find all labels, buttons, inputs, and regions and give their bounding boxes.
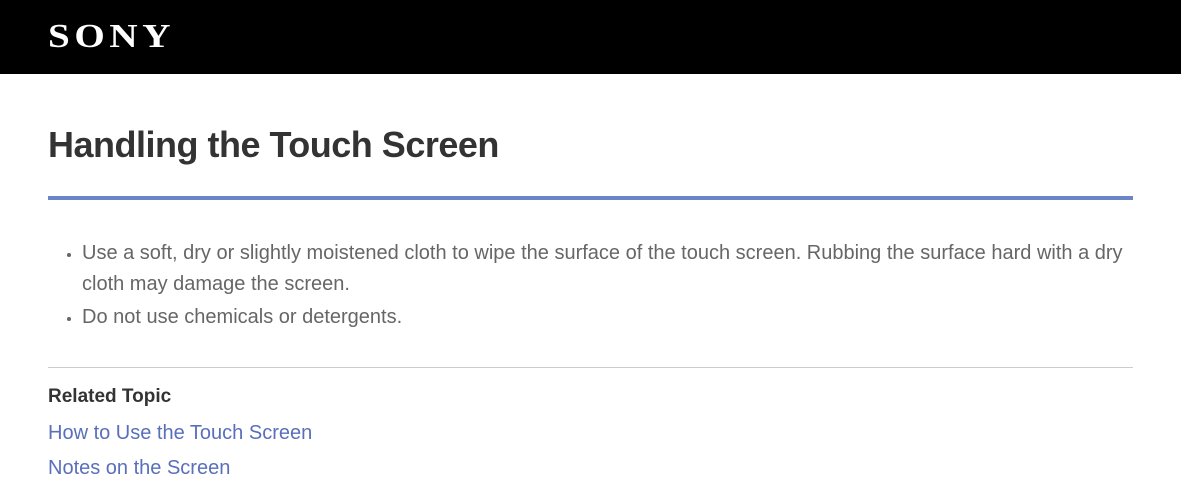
related-link[interactable]: How to Use the Touch Screen	[48, 422, 1133, 445]
page-title: Handling the Touch Screen	[48, 124, 1133, 166]
title-rule	[48, 196, 1133, 200]
content-area: Handling the Touch Screen Use a soft, dr…	[0, 74, 1181, 480]
related-topic-heading: Related Topic	[48, 386, 1133, 408]
instruction-list: Use a soft, dry or slightly moistened cl…	[48, 238, 1133, 333]
brand-logo: SONY	[48, 18, 175, 56]
list-item: Do not use chemicals or detergents.	[82, 302, 1133, 333]
global-header: SONY	[0, 0, 1181, 74]
related-link[interactable]: Notes on the Screen	[48, 457, 1133, 480]
section-divider	[48, 367, 1133, 368]
list-item: Use a soft, dry or slightly moistened cl…	[82, 238, 1133, 300]
